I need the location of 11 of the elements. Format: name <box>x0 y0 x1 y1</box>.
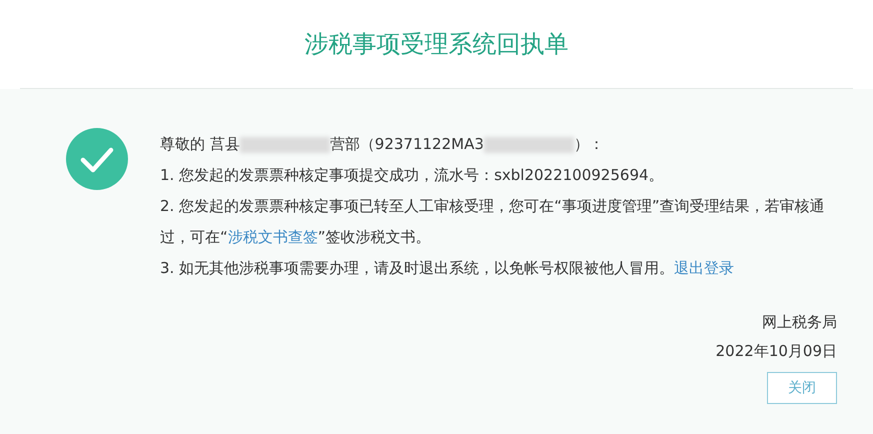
notice-text: 1. 您发起的发票票种核定事项提交成功，流水号：sxbl2022100925694。 <box>160 165 665 186</box>
issue-date: 2022年10月09日 <box>716 341 837 362</box>
greeting-text: 尊敬的 莒县 营部（92371122MA3 ）： <box>160 134 605 155</box>
receipt-title: 涉税事项受理系统回执单 <box>304 29 568 60</box>
success-check-icon <box>66 128 128 190</box>
issuer-name: 网上税务局 <box>762 312 837 333</box>
notice-text: 2. 您发起的发票票种核定事项已转至人工审核受理，您可在“事项进度管理”查询受理结果，若审核通过，可在“涉税文书查签”签收涉税文书。 <box>160 196 826 248</box>
close-button[interactable]: 关闭 <box>767 372 837 404</box>
notice-text: 3. 如无其他涉税事项需要办理，请及时退出系统，以免帐号权限被他人冒用。退出登录 <box>160 258 736 279</box>
text-link[interactable]: 涉税文书查签 <box>228 228 318 246</box>
text-link[interactable]: 退出登录 <box>674 259 734 277</box>
